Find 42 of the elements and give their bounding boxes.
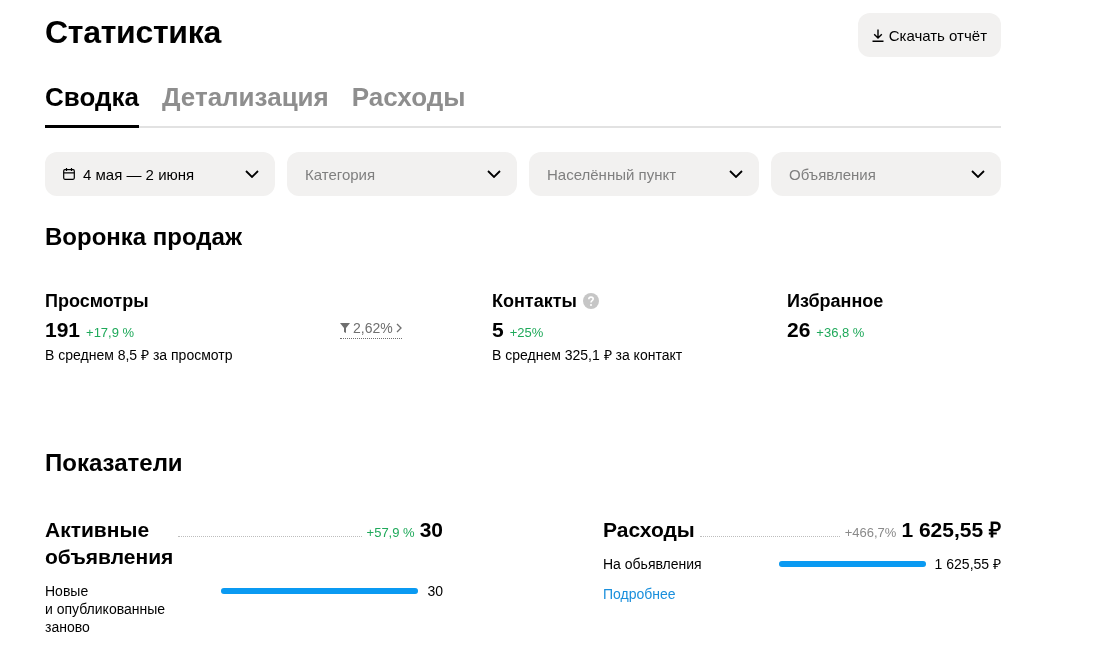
tab[interactable]: Расходы xyxy=(351,81,466,128)
row-value: 30 xyxy=(427,582,443,600)
chevron-down-icon xyxy=(245,170,259,178)
section-heading: Показатели xyxy=(45,448,184,478)
change-percent: +466,7% xyxy=(844,525,897,541)
change-percent: +36,8 % xyxy=(816,325,865,341)
average-text: В среднем 325,1 ₽ за контакт xyxy=(492,346,684,364)
date-range-dropdown[interactable]: 4 мая — 2 июня xyxy=(45,152,275,196)
funnel-icon xyxy=(340,323,350,333)
metric-title: Активные объявления xyxy=(45,517,174,570)
row-label: На обьявления xyxy=(603,555,703,573)
metric-value: 1 625,55 ₽ xyxy=(901,517,1001,543)
download-button[interactable]: Скачать отчёт xyxy=(857,13,1001,57)
metric-value: 30 xyxy=(419,517,443,543)
row-value: 1 625,55 ₽ xyxy=(934,555,1001,573)
details-link[interactable]: Подробнее xyxy=(603,585,676,603)
chevron-down-icon xyxy=(729,170,743,178)
metric-title: Расходы xyxy=(603,517,695,543)
page-title: Статистика xyxy=(45,13,221,51)
tab[interactable]: Детализация xyxy=(161,81,329,128)
filter-dropdown[interactable]: Объявления xyxy=(771,152,1001,196)
row-label: Новые и опубликованные заново xyxy=(45,582,167,636)
change-percent: +17,9 % xyxy=(86,325,135,341)
average-text: В среднем 8,5 ₽ за просмотр xyxy=(45,346,234,364)
stage-value: 5 xyxy=(492,317,504,343)
change-percent: +57,9 % xyxy=(366,525,415,541)
stage-value: 26 xyxy=(787,317,811,343)
change-percent: +25% xyxy=(509,325,544,341)
stage-label: Избранное xyxy=(787,290,884,313)
conversion-link[interactable]: 2,62% xyxy=(340,320,402,339)
calendar-icon xyxy=(63,168,75,180)
stage-label: Контакты xyxy=(492,290,577,313)
chevron-right-icon xyxy=(395,323,402,333)
tab[interactable]: Сводка xyxy=(45,81,139,128)
stage-label: Просмотры xyxy=(45,290,149,313)
chevron-down-icon xyxy=(487,170,501,178)
filter-dropdown[interactable]: Категория xyxy=(287,152,517,196)
chevron-down-icon xyxy=(971,170,985,178)
filter-dropdown[interactable]: Населённый пункт xyxy=(529,152,759,196)
stage-value: 191 xyxy=(45,317,81,343)
download-icon xyxy=(871,28,884,42)
section-heading: Воронка продаж xyxy=(45,222,243,252)
